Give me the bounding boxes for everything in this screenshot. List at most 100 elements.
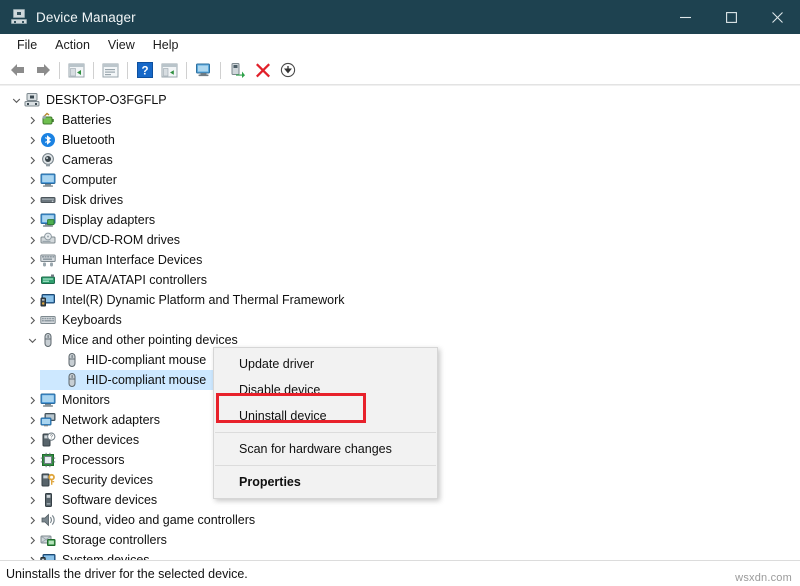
window-controls (662, 0, 800, 34)
toolbar-separator-5 (220, 62, 221, 79)
device-manager-window: Device Manager File Action View Help (0, 0, 800, 586)
chevron-right-icon[interactable] (24, 510, 40, 530)
back-button[interactable] (5, 58, 30, 82)
status-text: Uninstalls the driver for the selected d… (0, 567, 248, 581)
tree-item[interactable]: Sound, video and game controllers (0, 510, 800, 530)
chevron-right-icon[interactable] (24, 150, 40, 170)
hid-icon (40, 252, 56, 268)
bluetooth-icon (40, 132, 56, 148)
tree-item-label: Intel(R) Dynamic Platform and Thermal Fr… (62, 292, 344, 308)
show-hide-console-tree-button[interactable] (64, 58, 89, 82)
context-menu-item[interactable]: Properties (214, 469, 437, 495)
update-driver-button[interactable] (225, 58, 250, 82)
tree-item[interactable]: Storage controllers (0, 530, 800, 550)
tree-item[interactable]: DVD/CD-ROM drives (0, 230, 800, 250)
chevron-down-icon[interactable] (24, 330, 40, 350)
chevron-right-icon[interactable] (24, 430, 40, 450)
chevron-down-icon[interactable] (8, 90, 24, 110)
tree-item-label: Human Interface Devices (62, 252, 202, 268)
scan-hardware-changes-button[interactable] (191, 58, 216, 82)
tree-item-label: Cameras (62, 152, 113, 168)
tree-item[interactable]: Intel(R) Dynamic Platform and Thermal Fr… (0, 290, 800, 310)
tree-item-label: System devices (62, 552, 150, 560)
tree-item[interactable]: Computer (0, 170, 800, 190)
menu-bar: File Action View Help (0, 34, 800, 56)
help-button[interactable]: ? (132, 58, 157, 82)
view-window-button[interactable] (157, 58, 182, 82)
mouse-icon (64, 372, 80, 388)
tree-item[interactable]: Cameras (0, 150, 800, 170)
chevron-right-icon[interactable] (24, 170, 40, 190)
chevron-placeholder (48, 350, 64, 370)
tree-item[interactable]: System devices (0, 550, 800, 560)
chevron-right-icon[interactable] (24, 450, 40, 470)
tree-item[interactable]: DESKTOP-O3FGFLP (0, 90, 800, 110)
title-bar: Device Manager (0, 0, 800, 34)
chevron-right-icon[interactable] (24, 490, 40, 510)
maximize-button[interactable] (708, 0, 754, 34)
context-menu-item[interactable]: Uninstall device (214, 403, 437, 429)
display-adapter-icon (40, 212, 56, 228)
context-menu-separator (215, 465, 436, 466)
tree-item-label: Mice and other pointing devices (62, 332, 238, 348)
context-menu[interactable]: Update driverDisable deviceUninstall dev… (213, 347, 438, 499)
dvd-drive-icon (40, 232, 56, 248)
disk-drive-icon (40, 192, 56, 208)
tree-item-label: Software devices (62, 492, 157, 508)
chevron-right-icon[interactable] (24, 550, 40, 560)
sound-controller-icon (40, 512, 56, 528)
computer-root-icon (24, 92, 40, 108)
toolbar-separator-1 (59, 62, 60, 79)
chevron-right-icon[interactable] (24, 410, 40, 430)
window-title: Device Manager (36, 10, 136, 25)
minimize-button[interactable] (662, 0, 708, 34)
tree-item-label: Bluetooth (62, 132, 115, 148)
chevron-right-icon[interactable] (24, 230, 40, 250)
chevron-right-icon[interactable] (24, 130, 40, 150)
context-menu-item[interactable]: Disable device (214, 377, 437, 403)
context-menu-item[interactable]: Update driver (214, 351, 437, 377)
tree-item[interactable]: Batteries (0, 110, 800, 130)
properties-button[interactable] (98, 58, 123, 82)
chevron-right-icon[interactable] (24, 190, 40, 210)
monitor-icon (40, 392, 56, 408)
tree-item-label: IDE ATA/ATAPI controllers (62, 272, 207, 288)
tree-item[interactable]: Display adapters (0, 210, 800, 230)
chevron-right-icon[interactable] (24, 390, 40, 410)
svg-text:?: ? (50, 435, 53, 441)
tree-item-label: DESKTOP-O3FGFLP (46, 92, 167, 108)
menu-view[interactable]: View (99, 35, 144, 55)
mouse-icon (64, 352, 80, 368)
chevron-right-icon[interactable] (24, 110, 40, 130)
chevron-right-icon[interactable] (24, 310, 40, 330)
chevron-right-icon[interactable] (24, 530, 40, 550)
chevron-right-icon[interactable] (24, 470, 40, 490)
chevron-placeholder (48, 370, 64, 390)
chevron-right-icon[interactable] (24, 290, 40, 310)
tree-item-label: Sound, video and game controllers (62, 512, 255, 528)
chevron-right-icon[interactable] (24, 250, 40, 270)
keyboard-icon (40, 312, 56, 328)
disable-device-button[interactable] (275, 58, 300, 82)
svg-text:?: ? (141, 65, 148, 77)
menu-help[interactable]: Help (144, 35, 188, 55)
tree-item[interactable]: Disk drives (0, 190, 800, 210)
tree-item[interactable]: Bluetooth (0, 130, 800, 150)
chevron-right-icon[interactable] (24, 210, 40, 230)
storage-controller-icon (40, 532, 56, 548)
menu-action[interactable]: Action (46, 35, 99, 55)
menu-file[interactable]: File (8, 35, 46, 55)
toolbar-separator-4 (186, 62, 187, 79)
close-button[interactable] (754, 0, 800, 34)
tree-item[interactable]: Human Interface Devices (0, 250, 800, 270)
uninstall-device-button[interactable] (250, 58, 275, 82)
watermark: wsxdn.com (735, 572, 792, 584)
forward-button[interactable] (30, 58, 55, 82)
tree-item-label: Other devices (62, 432, 139, 448)
tree-item[interactable]: Keyboards (0, 310, 800, 330)
tree-item[interactable]: IDE ATA/ATAPI controllers (0, 270, 800, 290)
chevron-right-icon[interactable] (24, 270, 40, 290)
context-menu-item[interactable]: Scan for hardware changes (214, 436, 437, 462)
system-device-icon (40, 552, 56, 560)
tree-item-label: Batteries (62, 112, 111, 128)
